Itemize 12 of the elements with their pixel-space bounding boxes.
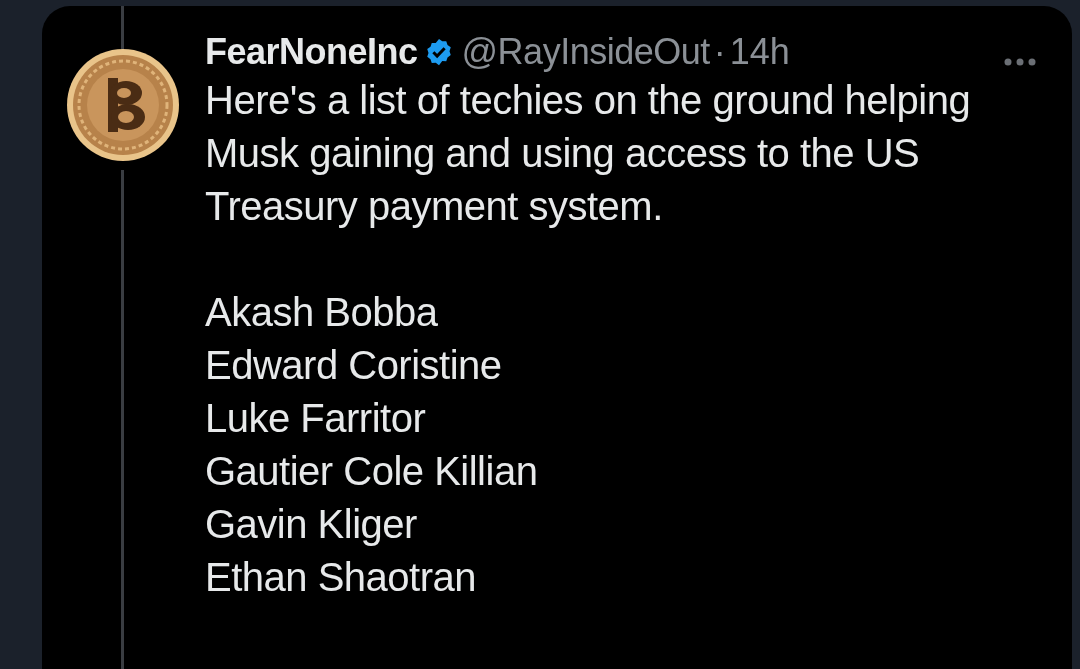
name-line: Akash Bobba xyxy=(205,289,439,336)
name-line: Edward Coristine xyxy=(205,342,503,389)
separator: · xyxy=(713,30,726,74)
timestamp[interactable]: 14h xyxy=(729,25,790,79)
name-line: Gautier Cole Killian xyxy=(205,448,539,495)
tweet-text: Here's a list of techies on the ground helping Musk gaining and using access to the US Treasury payment system. xyxy=(205,77,972,230)
name-line: Luke Farritor xyxy=(205,395,427,442)
user-handle[interactable]: @RayInsideOut xyxy=(461,25,710,79)
more-options-icon[interactable] xyxy=(1003,57,1037,67)
author-name[interactable]: FearNoneInc xyxy=(205,25,418,79)
name-line: Ethan Shaotran xyxy=(205,554,477,601)
name-line: Gavin Kliger xyxy=(205,501,418,548)
